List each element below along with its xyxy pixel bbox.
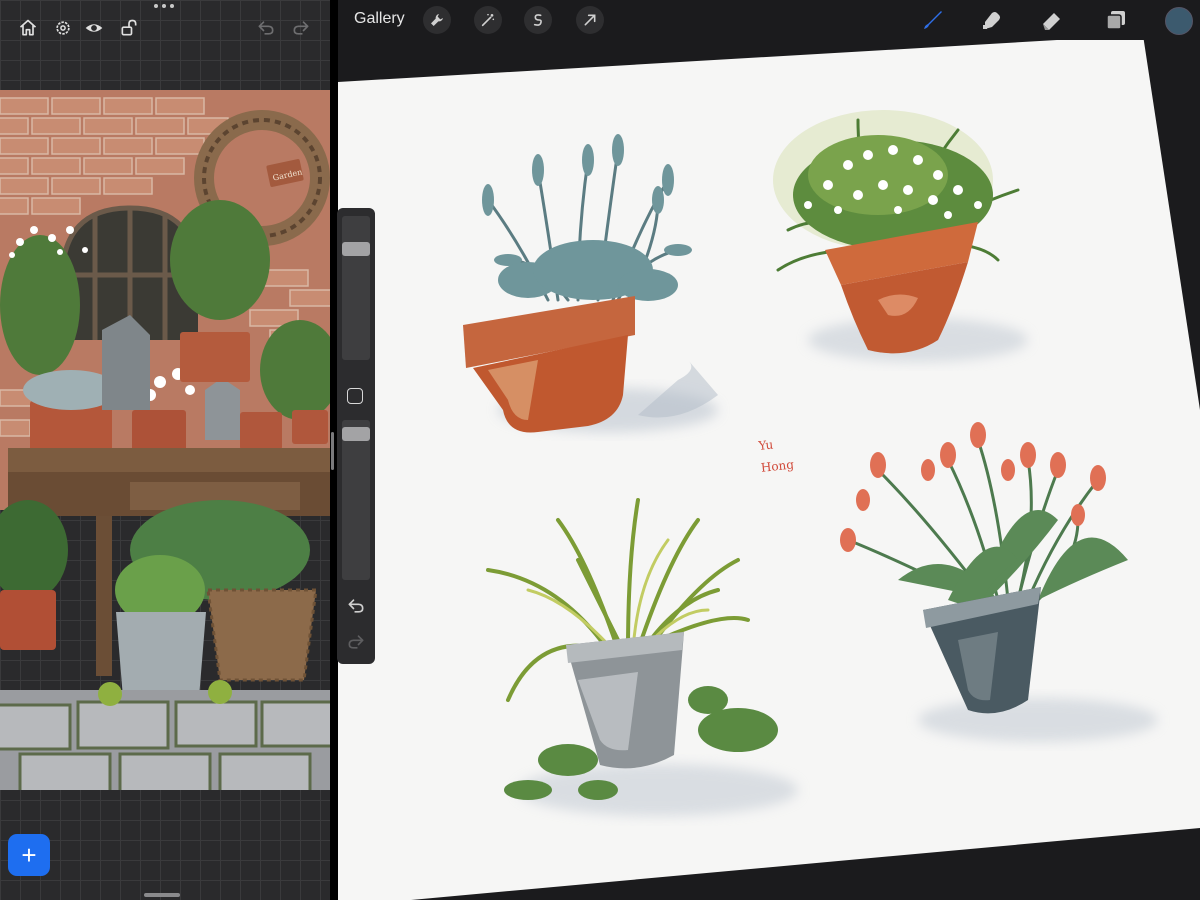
undo-icon[interactable] — [254, 16, 278, 40]
brush-opacity-thumb[interactable] — [342, 427, 370, 441]
brush-icon[interactable] — [919, 6, 947, 34]
transform-arrow-icon[interactable] — [576, 6, 604, 34]
reference-toolbar — [0, 0, 330, 56]
reference-pane: Garden + — [0, 0, 330, 900]
modify-square-icon[interactable] — [347, 388, 363, 404]
eraser-icon[interactable] — [1038, 6, 1066, 34]
artwork-canvas[interactable]: Yu Hong — [338, 0, 1200, 900]
unlock-icon[interactable] — [117, 16, 141, 40]
undo-icon[interactable] — [346, 596, 366, 616]
smudge-icon[interactable] — [978, 6, 1006, 34]
redo-icon[interactable] — [346, 632, 366, 652]
magic-wand-icon[interactable] — [474, 6, 502, 34]
brush-opacity-slider[interactable] — [342, 420, 370, 580]
brush-sidebar — [331, 208, 375, 664]
canvas-area: Yu Hong Gallery — [338, 0, 1200, 900]
home-icon[interactable] — [16, 16, 40, 40]
color-swatch[interactable] — [1165, 7, 1193, 35]
top-toolbar: Gallery — [338, 0, 1200, 40]
brush-size-slider[interactable] — [342, 216, 370, 360]
home-indicator[interactable] — [144, 893, 180, 897]
brush-size-thumb[interactable] — [342, 242, 370, 256]
reference-photo: Garden — [0, 90, 330, 790]
redo-icon[interactable] — [289, 16, 313, 40]
sidebar-grip[interactable] — [331, 432, 334, 470]
selection-icon[interactable] — [524, 6, 552, 34]
signature-line-1: Yu — [757, 437, 774, 453]
settings-icon[interactable] — [51, 16, 75, 40]
layers-icon[interactable] — [1102, 6, 1130, 34]
add-reference-button[interactable]: + — [8, 834, 50, 876]
wrench-icon[interactable] — [423, 6, 451, 34]
gallery-button[interactable]: Gallery — [354, 10, 405, 28]
eye-icon[interactable] — [82, 16, 106, 40]
add-button-label: + — [21, 840, 37, 870]
